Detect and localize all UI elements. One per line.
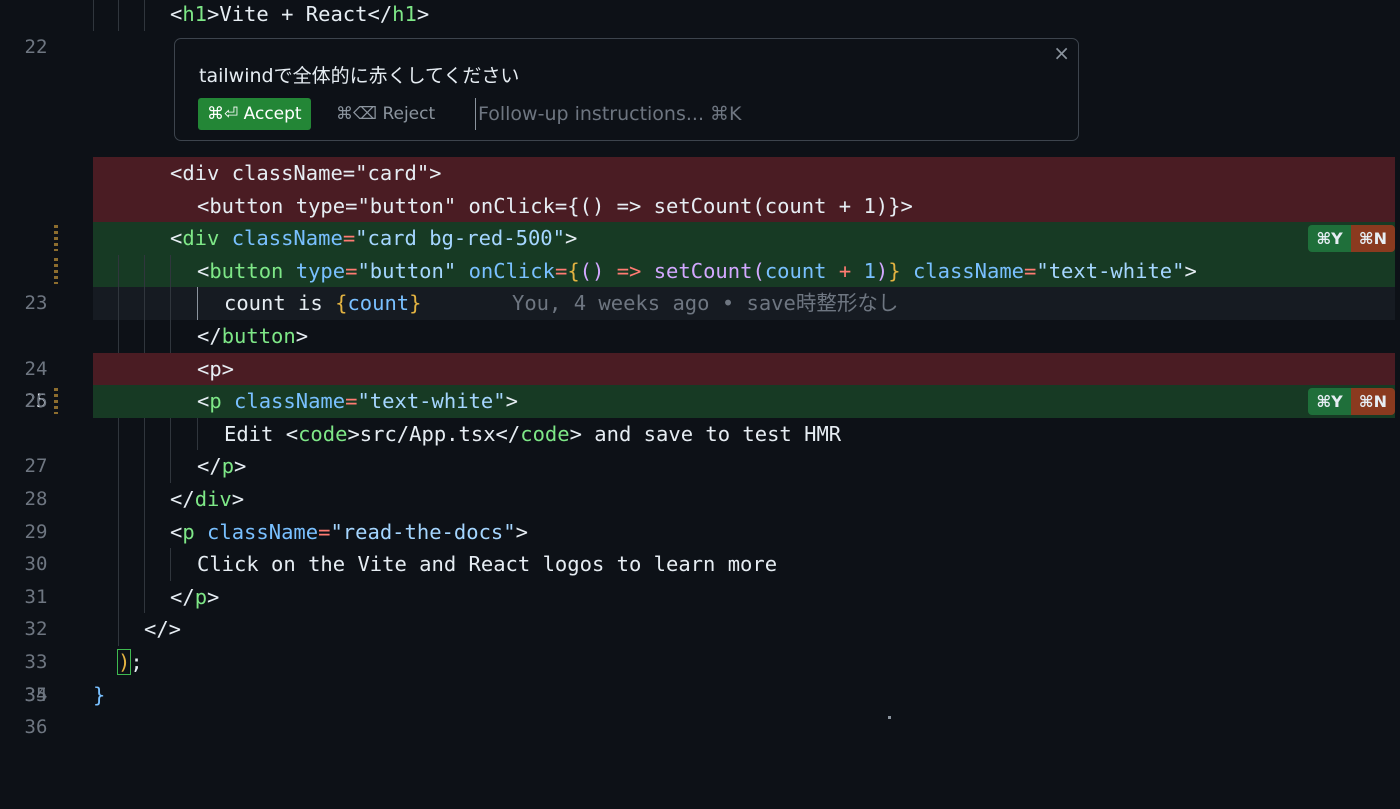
code-line[interactable]: 28 Edit <code>src/App.tsx</code> and sav… [0,417,1400,510]
code-text: </p> [197,454,247,479]
inline-edit-prompt: tailwindで全体的に赤くしてください × ⌘⏎ Accept ⌘⌫ Rej… [174,38,1079,141]
reject-hunk-button[interactable]: ⌘N [1350,388,1395,416]
code-line[interactable]: 29 </p> [0,450,1400,543]
code-text: Edit <code>src/App.tsx</code> and save t… [224,421,842,446]
code-text: count is {count} [224,291,422,316]
line-number: 36 [24,716,48,739]
code-line[interactable]: 34 </> [0,613,1400,706]
matched-bracket: ) [116,649,132,675]
code-text: ); [116,649,143,675]
code-line[interactable]: 32 Click on the Vite and React logos to … [0,548,1400,640]
hunk-actions: ⌘Y ⌘N [1308,225,1395,253]
modified-marker [54,388,58,415]
accept-button[interactable]: ⌘⏎ Accept [198,98,311,130]
modified-marker [54,225,58,252]
code-text: <p className="read-the-docs"> [170,519,528,544]
code-text: Click on the Vite and React logos to lea… [197,552,778,577]
accept-hunk-button[interactable]: ⌘Y [1308,225,1351,253]
code-text: <div className="card bg-red-500"> [170,226,578,251]
modified-marker [54,257,58,284]
followup-input[interactable] [475,98,1058,130]
code-line[interactable]: 30 </div> [0,483,1400,575]
deleted-line: <div className="card"> [0,157,1400,190]
code-line[interactable]: 35 ); [0,646,1400,706]
code-line[interactable]: 36 } [0,679,1400,739]
code-line[interactable]: 26 </button> [0,320,1400,412]
code-text: </div> [170,487,245,511]
added-line[interactable]: 27 <p className="text-white"> ⌘Y ⌘N [0,385,1400,477]
code-line[interactable]: 33 </p> [0,580,1400,673]
deleted-line: <p> [0,352,1400,386]
code-text: <button type="button" onClick={() => set… [197,193,913,218]
added-line[interactable]: 23 <div className="card bg-red-500"> ⌘Y … [0,222,1400,314]
code-text: </p> [170,584,220,609]
close-icon[interactable]: × [1053,41,1070,65]
code-text: <div className="card"> [170,161,442,185]
git-blame-annotation: You, 4 weeks ago • save時整形なし [512,291,899,316]
prompt-instruction: tailwindで全体的に赤くしてください [199,65,520,87]
code-text: </button> [197,324,309,348]
code-text: <h1>Vite + React</h1> [170,2,430,26]
code-text: <p> [197,356,235,381]
line-number: 22 [24,35,48,58]
code-text: </> [144,617,182,642]
code-text: <p className="text-white"> [197,389,518,414]
hunk-actions: ⌘Y ⌘N [1308,388,1395,416]
reject-button[interactable]: ⌘⌫ Reject [336,98,435,130]
code-editor[interactable]: 22 <h1>Vite + React</h1> tailwindで全体的に赤く… [0,0,1400,739]
code-text: <button type="button" onClick={() => set… [197,258,1197,283]
deleted-line: <button type="button" onClick={() => set… [0,189,1400,223]
accept-hunk-button[interactable]: ⌘Y [1308,388,1351,416]
code-text: } [93,682,106,707]
added-line[interactable]: 24 <button type="button" onClick={() => … [0,254,1400,380]
code-line[interactable]: 31 <p className="read-the-docs"> [0,515,1400,608]
code-line[interactable]: 22 <h1>Vite + React</h1> [0,0,1400,58]
reject-hunk-button[interactable]: ⌘N [1350,225,1395,253]
code-line-current[interactable]: 25 count is {count} You, 4 weeks ago • s… [0,287,1400,412]
